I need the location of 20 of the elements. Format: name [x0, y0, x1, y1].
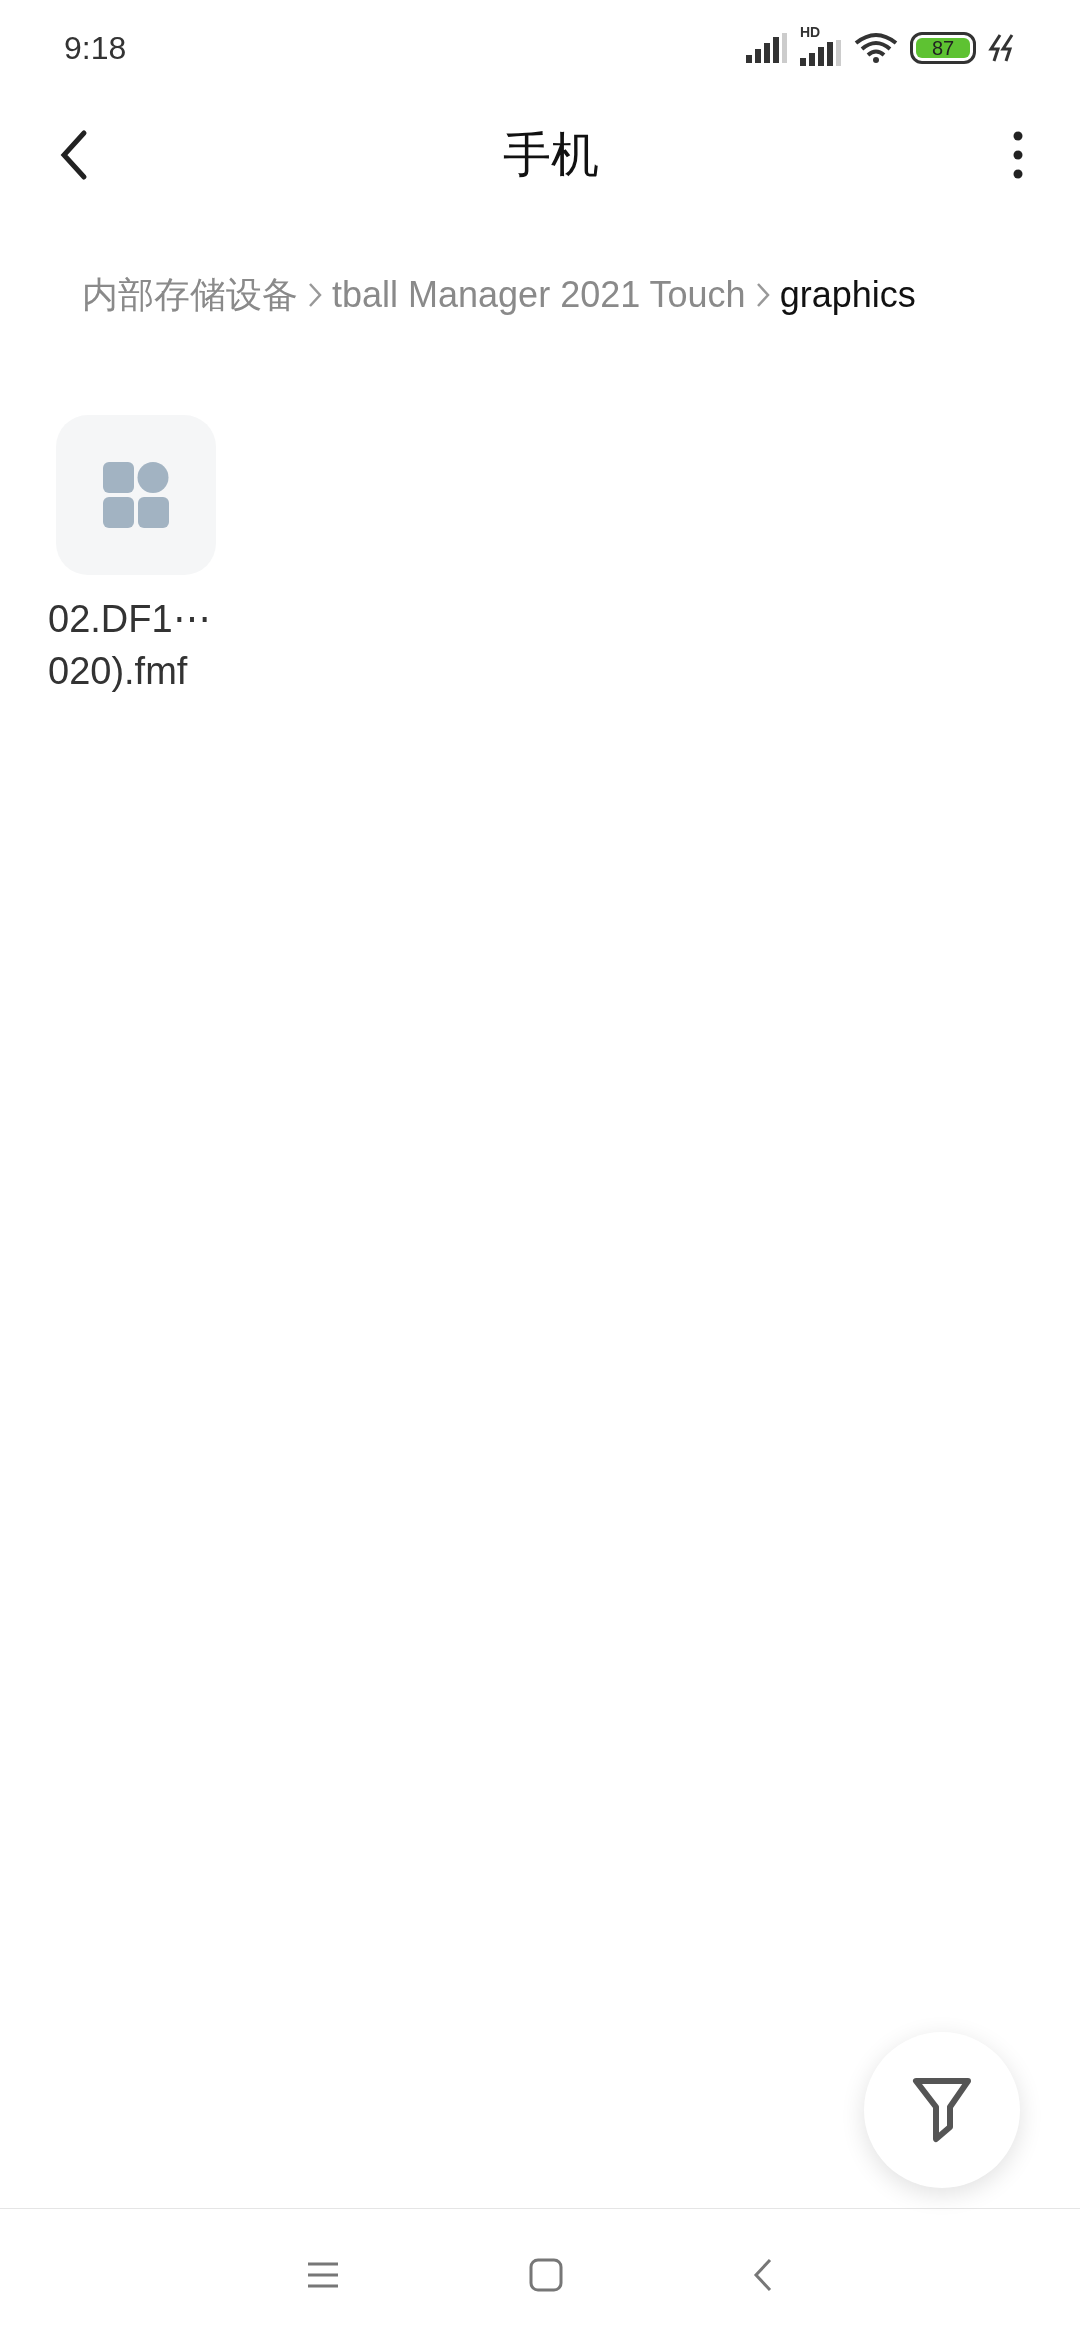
signal-icon [800, 39, 842, 66]
file-type-icon [103, 462, 169, 528]
breadcrumb-item[interactable]: 内部存储设备 [82, 268, 298, 322]
network-label: HD [800, 22, 821, 42]
menu-icon[interactable] [307, 2260, 339, 2289]
signal-icon [746, 32, 788, 63]
file-name: 020).fmf [48, 649, 189, 694]
home-icon[interactable] [529, 2257, 563, 2292]
more-icon[interactable] [1012, 130, 1024, 180]
page-title: 手机 [503, 127, 599, 183]
breadcrumb-item[interactable]: graphics [779, 268, 916, 322]
file-thumbnail[interactable] [56, 415, 216, 575]
file-name: 02.DF1⋯ [48, 597, 211, 642]
battery-level: 87 [916, 37, 970, 58]
filter-icon [912, 2077, 972, 2143]
wifi-icon [854, 30, 898, 65]
status-time: 9:18 [64, 28, 127, 68]
breadcrumb-item[interactable]: tball Manager 2021 Touch [332, 268, 746, 322]
chevron-icon [755, 282, 770, 308]
chevron-icon [308, 282, 322, 308]
